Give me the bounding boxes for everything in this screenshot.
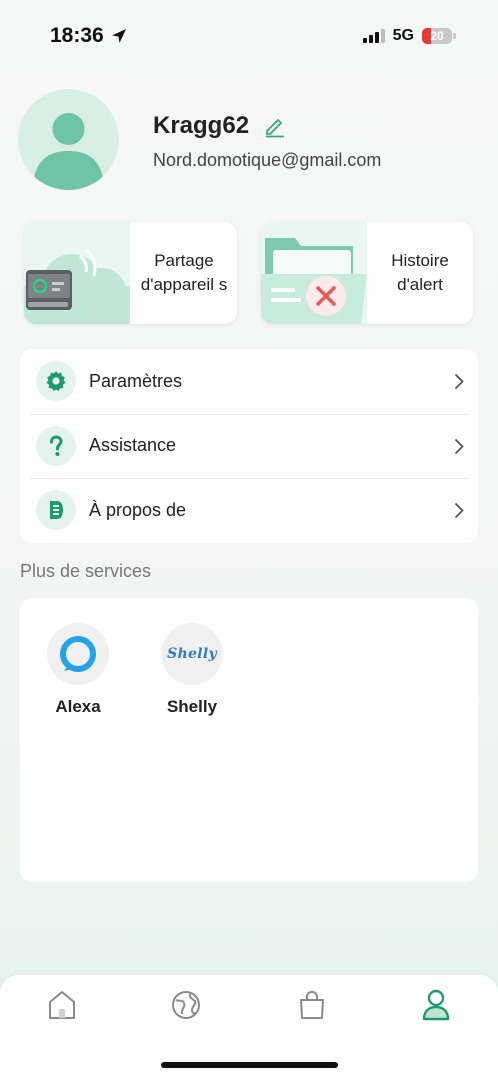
location-arrow-icon [111, 29, 126, 43]
status-indicators: 5G 20 [362, 27, 456, 45]
pencil-icon[interactable] [263, 114, 287, 138]
cloud-device-illustration [24, 222, 130, 324]
menu-item-support[interactable]: Assistance [20, 413, 478, 479]
username-row: Kragg62 [153, 112, 287, 140]
menu-item-about[interactable]: À propos de [20, 478, 478, 543]
account-page: 18:36 5G 20 Kragg62 Nord.domotique@gmail… [0, 0, 498, 1080]
alexa-logo [60, 636, 96, 672]
chevron-right-icon [454, 503, 464, 519]
globe-icon [172, 991, 200, 1019]
settings-menu: Paramètres Assistance À propos de [20, 349, 478, 543]
chevron-right-icon [454, 374, 464, 390]
battery-level: 20 [430, 29, 444, 43]
service-alexa[interactable]: Alexa [33, 623, 123, 717]
menu-label-support: Assistance [89, 435, 177, 456]
network-type: 5G [392, 27, 414, 44]
profile-icon [422, 989, 450, 1021]
clock: 18:36 [50, 24, 128, 48]
user-email: Nord.domotique@gmail.com [153, 150, 382, 170]
device-sharing-card[interactable]: Partage d'appareil s [24, 222, 237, 324]
status-bar: 18:36 5G 20 [0, 0, 498, 70]
folder-alert-illustration [261, 222, 367, 324]
bag-icon [300, 990, 324, 1019]
home-indicator[interactable] [161, 1062, 338, 1068]
tab-explore[interactable] [170, 988, 202, 1022]
chevron-right-icon [454, 438, 464, 454]
alert-history-card[interactable]: Histoire d'alert [261, 222, 473, 324]
menu-item-settings[interactable]: Paramètres [20, 349, 478, 414]
shelly-logo: Shelly [167, 646, 217, 662]
home-icon [49, 991, 75, 1019]
user-avatar-icon [33, 113, 104, 190]
avatar[interactable] [18, 89, 119, 190]
service-shelly[interactable]: Shelly Shelly [147, 623, 237, 717]
gear-icon [46, 371, 66, 392]
tab-profile[interactable] [420, 988, 452, 1022]
username: Kragg62 [153, 112, 250, 139]
tab-shop[interactable] [296, 988, 328, 1022]
device-sharing-label: Partage d'appareil s [140, 251, 228, 294]
service-label-shelly: Shelly [166, 697, 218, 716]
service-label-alexa: Alexa [55, 697, 101, 716]
tab-home[interactable] [46, 988, 78, 1022]
more-services-title: Plus de services [20, 561, 152, 581]
battery-icon: 20 [422, 28, 456, 44]
menu-label-about: À propos de [89, 499, 187, 520]
question-icon [50, 435, 63, 456]
cellular-signal-icon [362, 29, 385, 43]
info-doc-icon [50, 501, 63, 520]
alert-history-label: Histoire d'alert [391, 251, 449, 294]
services-panel: Alexa Shelly Shelly [20, 598, 478, 882]
menu-label-settings: Paramètres [89, 370, 183, 391]
